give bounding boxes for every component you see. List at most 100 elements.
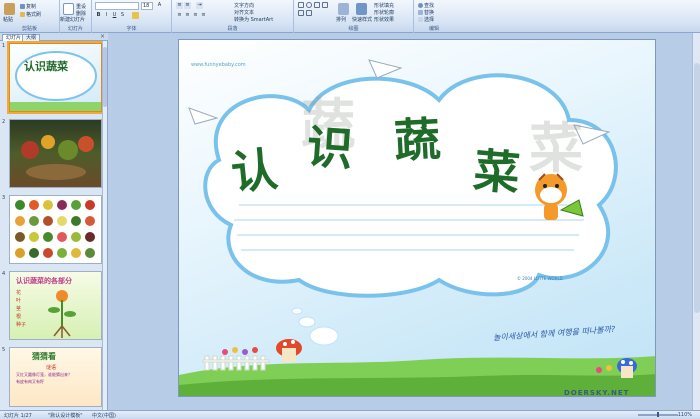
- paste-button[interactable]: 粘贴: [3, 16, 13, 23]
- clipboard-group: 粘贴 复制 格式刷 剪贴板: [0, 0, 60, 33]
- shape-line-icon[interactable]: [298, 10, 304, 16]
- right-scroll-knob[interactable]: [694, 63, 700, 313]
- drawing-group-label: 绘图: [348, 26, 359, 32]
- right-scrollbar[interactable]: [692, 33, 700, 410]
- title-char: 蔬: [392, 111, 444, 169]
- slide-canvas: www.funnyebaby.com 蔬 菜 认 识 蔬 菜 © 2004 LO…: [112, 33, 700, 410]
- cloud-thumb-graphic: [10, 51, 101, 111]
- plant-part-labels: 花 叶 茎 根 种子: [16, 290, 27, 328]
- slide-number: 2: [2, 119, 6, 125]
- brand-watermark: DOERSKY.NET: [564, 389, 630, 397]
- left-scroll-knob[interactable]: [103, 47, 107, 107]
- align-text-button[interactable]: 对齐文本: [234, 9, 254, 16]
- shape-arrow-icon[interactable]: [322, 2, 328, 8]
- thumb-subtitle: 谜语: [46, 365, 57, 371]
- title-char: 菜: [471, 142, 525, 201]
- ghost-char: 菜: [529, 116, 583, 180]
- slide-thumbnail-4[interactable]: 认识蔬菜的各部分 花 叶 茎 根 种子: [9, 271, 102, 340]
- slide-number: 4: [2, 271, 6, 277]
- editing-group-label: 编辑: [428, 26, 439, 32]
- bullets-icon[interactable]: ≡: [176, 2, 183, 9]
- quick-styles-icon[interactable]: [356, 3, 367, 15]
- left-scrollbar[interactable]: [102, 41, 107, 410]
- zoom-slider[interactable]: [638, 412, 678, 417]
- quick-styles-button[interactable]: 快速样式: [352, 16, 372, 23]
- grow-font-icon[interactable]: A: [156, 2, 163, 9]
- shape-effects-button[interactable]: 形状效果: [374, 16, 394, 23]
- arrange-button[interactable]: 排列: [336, 16, 346, 23]
- close-icon[interactable]: ×: [100, 33, 105, 40]
- clipboard-group-label: 剪贴板: [21, 26, 37, 32]
- slide-number: 3: [2, 195, 6, 201]
- align-center-icon[interactable]: ≡: [184, 12, 191, 19]
- shape-oval-icon[interactable]: [306, 2, 312, 8]
- language-indicator[interactable]: 中文(中国): [92, 412, 116, 419]
- drawing-group: 排列 快速样式 形状填充 形状轮廓 形状效果 绘图: [294, 0, 414, 33]
- panel-tabs: 幻灯片 大纲 ×: [0, 33, 108, 41]
- align-right-icon[interactable]: ≡: [192, 12, 199, 19]
- font-name-box[interactable]: [95, 2, 139, 10]
- bold-button[interactable]: B: [95, 12, 102, 19]
- slides-group: 新建幻灯片 重设 删除 幻灯片: [60, 0, 92, 33]
- slide-number: 1: [2, 43, 6, 49]
- new-slide-icon[interactable]: [63, 3, 74, 15]
- new-slide-button[interactable]: 新建幻灯片: [60, 16, 85, 23]
- watermark-text: www.funnyebaby.com: [191, 62, 246, 68]
- vegetables-photo: [21, 135, 94, 180]
- thumb-riddle-line: 又红又圆像灯笼，谁能猜出来？: [16, 372, 72, 377]
- current-slide[interactable]: www.funnyebaby.com 蔬 菜 认 识 蔬 菜 © 2004 LO…: [178, 39, 656, 397]
- align-left-icon[interactable]: ≡: [176, 12, 183, 19]
- indent-icon[interactable]: ⇥: [196, 2, 203, 9]
- slides-group-label: 幻灯片: [67, 26, 83, 32]
- editing-group: 查找 替换 选择 编辑: [414, 0, 454, 33]
- italic-button[interactable]: I: [103, 12, 110, 19]
- font-group-label: 字体: [126, 26, 137, 32]
- replace-button[interactable]: 替换: [418, 9, 434, 16]
- select-icon: [418, 17, 423, 22]
- status-bar: 幻灯片 1/27 "默认设计模板" 中文(中国) 110%: [0, 410, 700, 419]
- shape-outline-button[interactable]: 形状轮廓: [374, 9, 394, 16]
- vegetable-grid-photo: [15, 200, 95, 258]
- underline-button[interactable]: U: [111, 12, 118, 19]
- slide-thumbnail-5[interactable]: 猜猜看 谜语 又红又圆像灯笼，谁能猜出来？ 有皮有肉又有籽: [9, 347, 102, 407]
- thumb-title: 猜猜看: [32, 352, 56, 361]
- shape-fill-button[interactable]: 形状填充: [374, 2, 394, 9]
- justify-icon[interactable]: ≡: [200, 12, 207, 19]
- numbering-icon[interactable]: ≡: [184, 2, 191, 9]
- convert-smartart-button[interactable]: 转换为 SmartArt: [234, 16, 273, 23]
- slide-number: 5: [2, 347, 6, 353]
- paragraph-group: ≡ ≡ ⇥ ≡ ≡ ≡ ≡ 文字方向 对齐文本 转换为 SmartArt 段落: [172, 0, 294, 33]
- find-icon: [418, 3, 423, 8]
- slide-background-art: [179, 59, 655, 396]
- strikethrough-button[interactable]: S: [119, 12, 126, 19]
- slides-panel: 幻灯片 大纲 × 1 认识蔬菜 2 3 4 认识蔬菜的各部分 花 叶 茎 根 种…: [0, 33, 108, 410]
- thumb-title: 认识蔬菜: [24, 60, 68, 73]
- shape-triangle-icon[interactable]: [314, 2, 320, 8]
- tab-outline[interactable]: 大纲: [22, 34, 41, 41]
- copy-button[interactable]: 复制: [20, 3, 36, 10]
- copyright-text: © 2004 LOTTE WORLD: [517, 276, 563, 281]
- zoom-slider-thumb[interactable]: [657, 412, 659, 417]
- font-size-box[interactable]: 18: [141, 2, 153, 10]
- paragraph-group-label: 段落: [227, 26, 238, 32]
- font-color-icon[interactable]: [132, 12, 139, 19]
- delete-slide-button[interactable]: 删除: [76, 10, 86, 17]
- format-painter-button[interactable]: 格式刷: [20, 11, 41, 18]
- shape-rectangle-icon[interactable]: [298, 2, 304, 8]
- ribbon: 粘贴 复制 格式刷 剪贴板 新建幻灯片 重设 删除 幻灯片 18 B I U S…: [0, 0, 700, 33]
- find-button[interactable]: 查找: [418, 2, 434, 9]
- paste-icon[interactable]: [4, 3, 15, 15]
- slide-thumbnail-3[interactable]: [9, 195, 102, 264]
- font-group: 18 B I U S A 字体: [92, 0, 172, 33]
- select-button[interactable]: 选择: [418, 16, 434, 23]
- theme-name: "默认设计模板": [48, 413, 83, 419]
- thumb-riddle-line: 有皮有肉又有籽: [16, 379, 44, 384]
- slide-thumbnail-1[interactable]: 认识蔬菜: [7, 41, 104, 114]
- text-direction-button[interactable]: 文字方向: [234, 2, 254, 9]
- slide-counter: 幻灯片 1/27: [4, 413, 32, 419]
- slide-thumbnail-2[interactable]: [9, 119, 102, 188]
- shape-star-icon[interactable]: [306, 10, 312, 16]
- arrange-icon[interactable]: [338, 3, 349, 15]
- zoom-level[interactable]: 110%: [678, 412, 692, 418]
- reset-button[interactable]: 重设: [76, 3, 86, 10]
